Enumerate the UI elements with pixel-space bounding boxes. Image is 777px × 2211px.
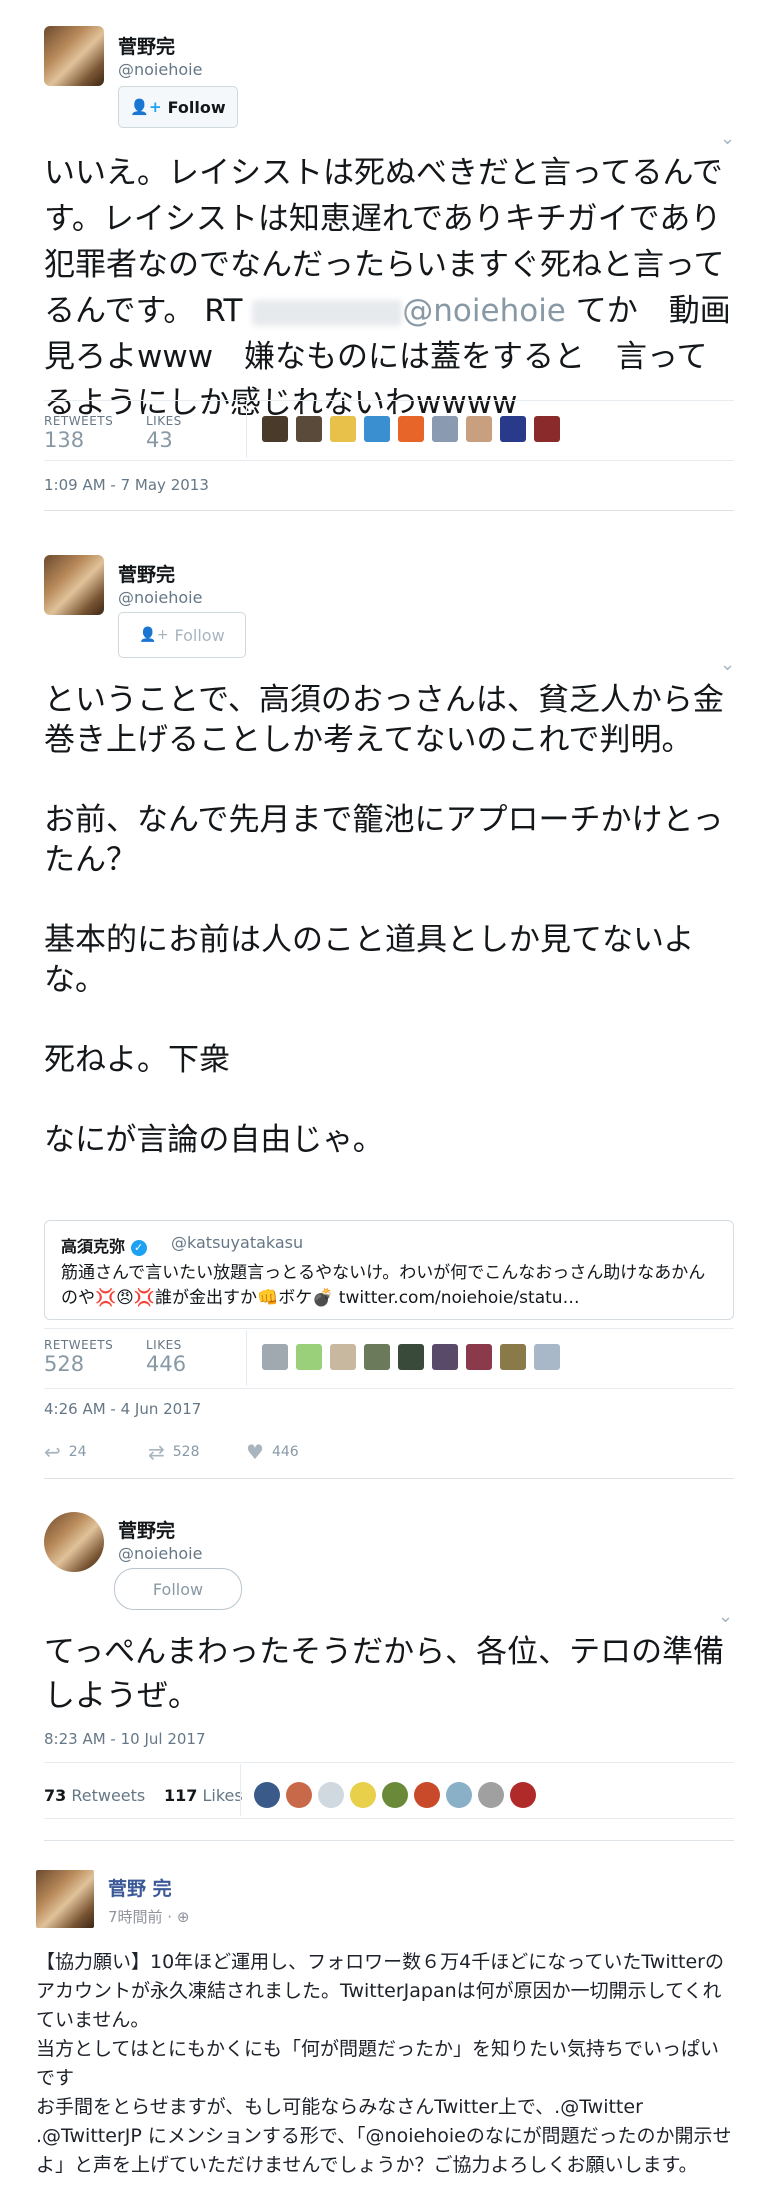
liker-avatar[interactable] <box>432 416 458 442</box>
verified-icon: ✓ <box>130 1239 147 1256</box>
liker-avatar[interactable] <box>296 416 322 442</box>
follow-button[interactable]: 👤+ Follow <box>118 612 246 658</box>
user-name[interactable]: 菅野完 <box>118 32 175 59</box>
tweet-text: てっぺんまわったそうだから、各位、テロの準備しようぜ。 <box>44 1634 725 1714</box>
tweet-separator <box>44 1478 734 1479</box>
divider <box>44 1388 734 1389</box>
quoted-user-name: 高須克弥 ✓ <box>61 1233 147 1257</box>
avatar[interactable] <box>44 1512 104 1572</box>
liker-avatar[interactable] <box>364 416 390 442</box>
avatar[interactable] <box>36 1870 94 1928</box>
post-meta[interactable]: 7時間前 · ⊕ <box>108 1906 189 1927</box>
liker-avatar[interactable] <box>534 1344 560 1370</box>
liker-avatar[interactable] <box>286 1782 312 1808</box>
retweets-count[interactable]: 528 <box>44 1352 84 1376</box>
tweet-text: いいえ。レイシストは死ぬべきだと言ってるんです。レイシストは知恵遅れでありキチガ… <box>44 155 731 421</box>
liker-avatar[interactable] <box>350 1782 376 1808</box>
retweets-label: RETWEETS <box>44 414 114 428</box>
user-name[interactable]: 菅野完 <box>118 1516 175 1543</box>
liker-avatar[interactable] <box>478 1782 504 1808</box>
follow-label: Follow <box>152 1579 204 1599</box>
liker-avatar[interactable] <box>500 1344 526 1370</box>
chevron-down-icon[interactable]: ⌄ <box>720 654 735 675</box>
timestamp[interactable]: 8:23 AM - 10 Jul 2017 <box>44 1730 206 1748</box>
liker-avatar[interactable] <box>510 1782 536 1808</box>
likes-count[interactable]: 43 <box>146 428 173 452</box>
liker-avatar[interactable] <box>262 1344 288 1370</box>
post-text: 【協力願い】10年ほど運用し、フォロワー数６万4千ほどになっていたTwitter… <box>36 1951 732 2176</box>
retweets-count[interactable]: 138 <box>44 428 84 452</box>
divider <box>44 460 734 461</box>
liker-avatar[interactable] <box>466 416 492 442</box>
reply-icon: ↩ <box>44 1440 61 1464</box>
liker-avatar[interactable] <box>398 416 424 442</box>
follow-label: Follow <box>174 625 225 645</box>
likes-label: LIKES <box>146 414 182 428</box>
divider <box>240 1764 241 1816</box>
liker-avatar[interactable] <box>398 1344 424 1370</box>
add-user-icon: 👤+ <box>130 98 162 116</box>
timestamp[interactable]: 1:09 AM - 7 May 2013 <box>44 476 209 494</box>
liker-avatar[interactable] <box>446 1782 472 1808</box>
divider <box>44 1818 734 1819</box>
quoted-text-line-1: 筋通さんで言いたい放題言っとるやないけ。わいが何でこんなおっさん助けなあかん <box>61 1263 706 1283</box>
divider <box>246 1330 247 1386</box>
liker-avatar[interactable] <box>296 1344 322 1370</box>
liker-avatar[interactable] <box>500 416 526 442</box>
quoted-tweet[interactable]: 高須克弥 ✓ @katsuyatakasu 筋通さんで言いたい放題言っとるやない… <box>44 1220 734 1320</box>
follow-label: Follow <box>167 97 226 117</box>
redacted-user <box>252 299 403 326</box>
user-handle[interactable]: @noiehoie <box>118 1544 202 1563</box>
divider <box>44 1762 734 1763</box>
liker-avatar[interactable] <box>318 1782 344 1808</box>
retweet-button[interactable]: ⇄ 528 <box>148 1440 200 1464</box>
heart-icon: ♥ <box>246 1440 264 1464</box>
likes-stat[interactable]: 117 Likes <box>164 1786 243 1805</box>
tweet-text: ということで、高須のおっさんは、貧乏人から金巻き上げることしか考えてないのこれで… <box>44 682 724 1158</box>
follow-button[interactable]: 👤+ Follow <box>118 86 238 128</box>
add-user-icon: 👤+ <box>139 627 169 643</box>
chevron-down-icon[interactable]: ⌄ <box>720 128 735 149</box>
quoted-user-handle: @katsuyatakasu <box>171 1233 304 1252</box>
divider <box>44 400 734 401</box>
tweet-separator <box>44 1840 734 1841</box>
user-name[interactable]: 菅野 完 <box>108 1874 172 1901</box>
retweets-label: RETWEETS <box>44 1338 114 1352</box>
likes-label: LIKES <box>146 1338 182 1352</box>
avatar[interactable] <box>44 26 104 86</box>
liker-avatar[interactable] <box>414 1782 440 1808</box>
user-name[interactable]: 菅野完 <box>118 560 175 587</box>
chevron-down-icon[interactable]: ⌄ <box>718 1606 733 1627</box>
quoted-text-line-2: のや💢😠💢誰が金出すか👊ボケ💣 twitter.com/noiehoie/sta… <box>61 1288 580 1308</box>
tweet-separator <box>44 510 734 511</box>
user-handle[interactable]: @noiehoie <box>118 588 202 607</box>
liker-avatar[interactable] <box>254 1782 280 1808</box>
retweets-stat[interactable]: 73 Retweets <box>44 1786 145 1805</box>
user-handle[interactable]: @noiehoie <box>118 60 202 79</box>
avatar[interactable] <box>44 555 104 615</box>
liker-avatar[interactable] <box>330 1344 356 1370</box>
liker-avatar[interactable] <box>364 1344 390 1370</box>
divider <box>246 402 247 458</box>
divider <box>44 1328 734 1329</box>
mention-link[interactable]: @noiehoie <box>402 293 566 329</box>
timestamp[interactable]: 4:26 AM - 4 Jun 2017 <box>44 1400 201 1418</box>
liker-avatar[interactable] <box>262 416 288 442</box>
like-button[interactable]: ♥ 446 <box>246 1440 299 1464</box>
likes-count[interactable]: 446 <box>146 1352 186 1376</box>
follow-button[interactable]: Follow <box>114 1568 242 1610</box>
reply-button[interactable]: ↩ 24 <box>44 1440 87 1464</box>
liker-avatar[interactable] <box>382 1782 408 1808</box>
liker-avatar[interactable] <box>466 1344 492 1370</box>
liker-avatar[interactable] <box>432 1344 458 1370</box>
liker-avatar[interactable] <box>534 416 560 442</box>
retweet-icon: ⇄ <box>148 1440 165 1464</box>
liker-avatar[interactable] <box>330 416 356 442</box>
